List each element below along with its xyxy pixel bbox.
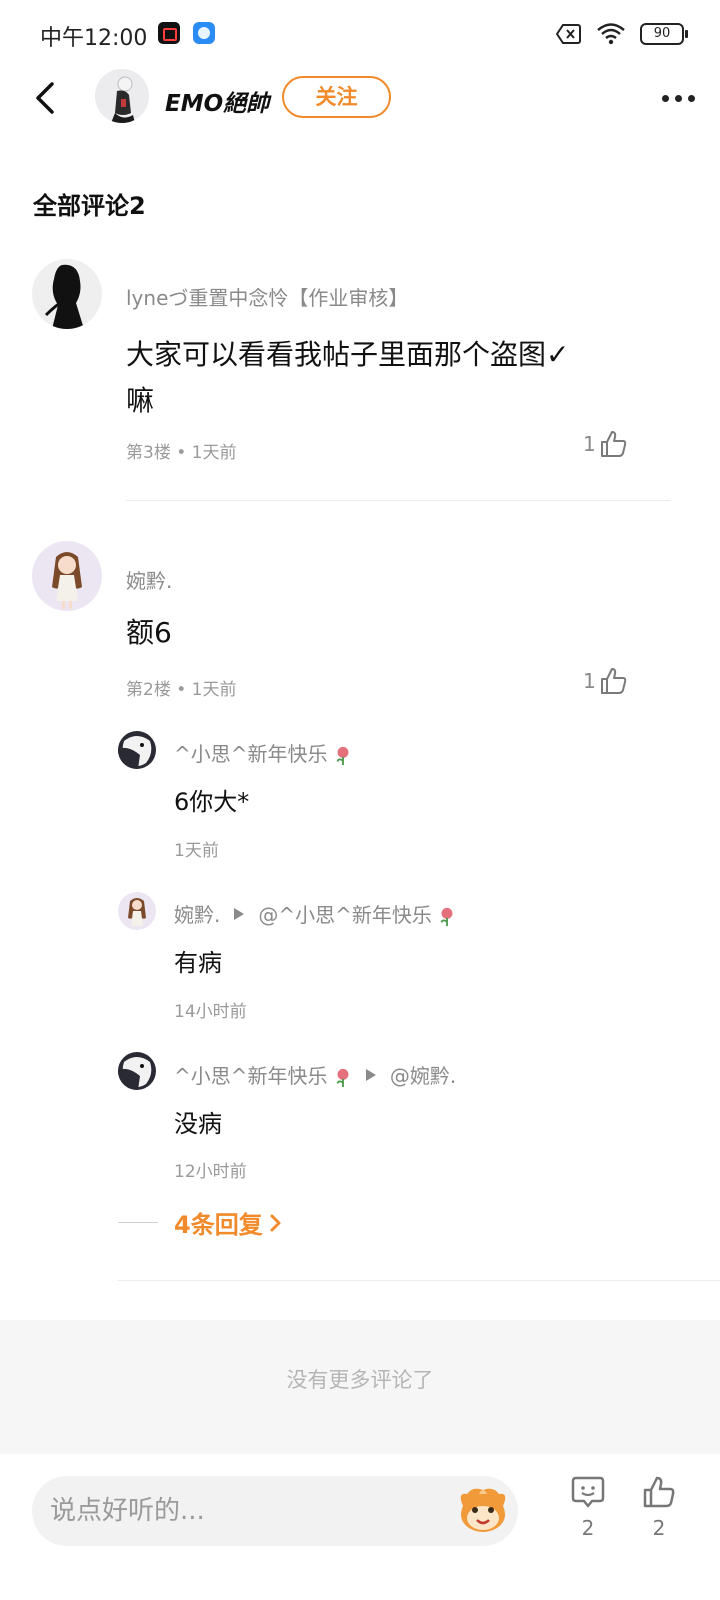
replier-avatar[interactable] [118, 892, 156, 930]
dot-icon [661, 94, 669, 102]
chevron-left-icon [36, 82, 54, 114]
rose-icon [336, 1068, 349, 1087]
thumbs-up-icon [600, 431, 626, 457]
more-options-button[interactable] [656, 80, 700, 116]
dot-icon [674, 94, 682, 102]
reply-header: ^小思^新年快乐 @婉黔. [174, 1060, 456, 1089]
replier-name[interactable]: ^小思^新年快乐 [174, 1060, 352, 1089]
avatar-girl-icon [32, 541, 102, 611]
thumbs-up-icon [600, 668, 626, 694]
comment-text-line: 嘛 [126, 384, 155, 417]
floor-number: 第3楼 [126, 443, 171, 463]
comment-like-button[interactable]: 1 [583, 428, 630, 460]
comment-meta: 第2楼 • 1天前 [126, 675, 237, 700]
app-notification-icon [193, 22, 215, 44]
reply-text: 没病 [174, 1110, 222, 1138]
chevron-right-icon [270, 1214, 281, 1231]
no-more-text: 没有更多评论了 [286, 1368, 434, 1392]
screen-record-icon [158, 22, 180, 44]
avatar-figure-icon [95, 69, 149, 123]
avatar-silhouette-icon [32, 259, 102, 329]
sim-blocked-icon [556, 24, 581, 44]
reply-target[interactable]: @^小思^新年快乐 [258, 899, 456, 928]
comment-count: 2 [581, 1516, 595, 1540]
status-icons: 90 [556, 22, 688, 46]
follow-button[interactable]: 关注 [282, 76, 391, 118]
reply-header: ^小思^新年快乐 [174, 738, 352, 767]
wifi-icon [597, 23, 625, 45]
more-replies-label: 4条回复 [174, 1211, 263, 1239]
more-replies-line [118, 1222, 158, 1223]
reply-time: 1天前 [174, 841, 219, 861]
avatar-penguin-icon [118, 731, 156, 769]
comment-meta: 第3楼 • 1天前 [126, 438, 237, 463]
mascot-emoji-icon[interactable] [455, 1484, 511, 1536]
battery-indicator: 90 [640, 23, 688, 45]
replier-name[interactable]: 婉黔. [174, 899, 220, 928]
avatar-girl-icon [118, 892, 156, 930]
like-count: 1 [583, 432, 596, 456]
comment-time: 1天前 [191, 680, 237, 700]
dot-icon [687, 94, 695, 102]
reply-target[interactable]: @婉黔. [390, 1060, 456, 1089]
reply-arrow-icon [234, 907, 245, 920]
rose-icon [440, 907, 453, 926]
comments-button[interactable]: 2 [563, 1474, 613, 1540]
comment-text: 额6 [126, 616, 172, 649]
comment-input[interactable] [32, 1476, 518, 1546]
commenter-name[interactable]: lyneづ重置中念怜【作业审核】 [126, 282, 408, 311]
like-count: 1 [583, 669, 596, 693]
comments-title: 全部评论2 [33, 192, 146, 220]
floor-number: 第2楼 [126, 680, 171, 700]
like-post-button[interactable]: 2 [634, 1474, 684, 1540]
reply-target-text: @^小思^新年快乐 [258, 903, 432, 927]
author-avatar[interactable] [95, 69, 149, 123]
divider [126, 500, 670, 501]
reply-arrow-icon [365, 1068, 376, 1081]
commenter-avatar[interactable] [32, 259, 102, 329]
meta-separator: • [176, 680, 187, 700]
replier-name[interactable]: ^小思^新年快乐 [174, 738, 352, 767]
reply-header: 婉黔. @^小思^新年快乐 [174, 899, 456, 928]
comment-text-line: 大家可以看看我帖子里面那个盗图✓ [126, 338, 570, 371]
status-time: 中午12:00 [40, 26, 148, 51]
replier-name-text: ^小思^新年快乐 [174, 742, 328, 766]
reply-time: 12小时前 [174, 1162, 247, 1182]
view-more-replies-button[interactable]: 4条回复 [118, 1205, 285, 1240]
reply-text: 有病 [174, 949, 222, 977]
comment-time: 1天前 [191, 443, 237, 463]
reply-text: 6你大* [174, 788, 250, 816]
replier-avatar[interactable] [118, 1052, 156, 1090]
reply-time: 14小时前 [174, 1002, 247, 1022]
replier-avatar[interactable] [118, 731, 156, 769]
status-bar: 中午12:00 90 [0, 0, 720, 66]
post-header: EMO絕帥 关注 [0, 66, 720, 130]
comment-like-button[interactable]: 1 [583, 665, 630, 697]
no-more-comments: 没有更多评论了 [0, 1320, 720, 1454]
rose-icon [336, 746, 349, 765]
like-count: 2 [652, 1516, 666, 1540]
thumbs-up-icon [643, 1476, 675, 1508]
commenter-name[interactable]: 婉黔. [126, 565, 172, 594]
comment-bubble-icon [571, 1476, 605, 1508]
replier-name-text: ^小思^新年快乐 [174, 1064, 328, 1088]
divider [118, 1280, 720, 1281]
avatar-penguin-icon [118, 1052, 156, 1090]
author-name[interactable]: EMO絕帥 [165, 84, 269, 118]
meta-separator: • [176, 443, 187, 463]
back-button[interactable] [26, 76, 70, 120]
comment-text: 大家可以看看我帖子里面那个盗图✓ 嘛 [126, 332, 646, 424]
bottom-bar: 2 2 [0, 1454, 720, 1600]
commenter-avatar[interactable] [32, 541, 102, 611]
